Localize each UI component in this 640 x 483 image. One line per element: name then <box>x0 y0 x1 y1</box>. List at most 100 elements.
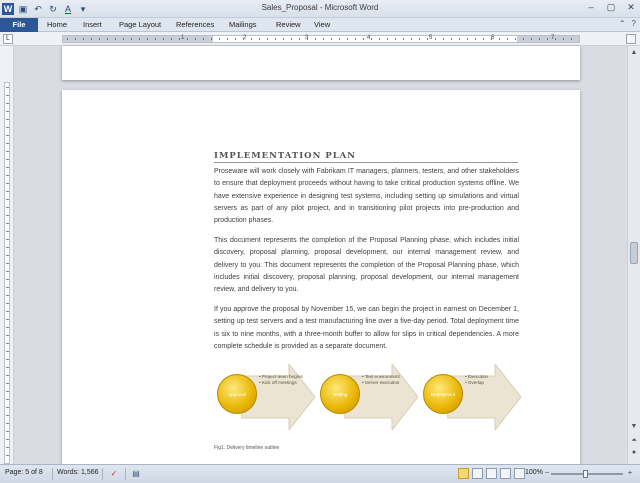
paragraph[interactable]: This document represents the completion … <box>214 235 519 296</box>
step-bullets: Execution Overlap <box>465 374 511 385</box>
step-label: Approval <box>228 392 246 397</box>
step-bullet: Overlap <box>465 380 511 386</box>
ruler-tick <box>499 38 500 40</box>
zoom-in-icon[interactable]: + <box>624 467 636 478</box>
scroll-thumb[interactable] <box>630 242 638 264</box>
tab-home[interactable]: Home <box>47 20 67 29</box>
ruler-tick <box>451 38 452 40</box>
vertical-ruler[interactable] <box>0 46 14 464</box>
minimize-ribbon-icon[interactable]: ⌃ <box>619 19 626 28</box>
ruler-right-margin <box>517 36 579 42</box>
status-bar: Page: 5 of 8 Words: 1,566 ✓ ▤ 100% − + <box>0 464 640 483</box>
scroll-down-icon[interactable]: ▼ <box>629 422 639 432</box>
draft-view-button[interactable] <box>514 468 525 479</box>
ruler-tick <box>6 455 9 456</box>
tab-insert[interactable]: Insert <box>83 20 102 29</box>
outline-view-button[interactable] <box>500 468 511 479</box>
ruler-tick <box>403 38 404 40</box>
ruler-number: 7 <box>551 35 555 41</box>
ruler-tick <box>179 38 180 40</box>
ruler-left-margin <box>63 36 213 42</box>
ruler-tick <box>6 295 9 296</box>
tab-page-layout[interactable]: Page Layout <box>119 20 161 29</box>
step-bullet: Project team begins <box>259 374 305 380</box>
paragraph[interactable]: If you approve the proposal by November … <box>214 304 519 353</box>
ruler-tick <box>6 119 9 120</box>
ruler-tick <box>6 167 9 168</box>
ruler-tick <box>139 38 140 40</box>
status-divider <box>125 468 126 480</box>
document-page[interactable]: IMPLEMENTATION PLAN Proseware will work … <box>62 90 580 464</box>
macro-recording-icon[interactable]: ▤ <box>130 468 142 479</box>
web-layout-view-button[interactable] <box>486 468 497 479</box>
previous-page[interactable] <box>62 46 580 80</box>
ruler-tick <box>75 38 76 40</box>
ruler-tick <box>131 38 132 40</box>
zoom-slider-thumb[interactable] <box>583 470 588 478</box>
tab-review[interactable]: Review <box>276 20 301 29</box>
tab-mailings[interactable]: Mailings <box>229 20 257 29</box>
horizontal-ruler[interactable]: 1 2 3 4 5 6 7 <box>62 35 580 43</box>
print-layout-view-button[interactable] <box>458 468 469 479</box>
ruler-tick <box>227 38 228 40</box>
minimize-icon[interactable]: – <box>586 2 596 13</box>
ribbon-tabs: File Home Insert Page Layout References … <box>0 18 640 32</box>
tab-file[interactable]: File <box>0 18 38 32</box>
ruler-tick <box>67 38 68 40</box>
help-icon[interactable]: ? <box>632 19 636 28</box>
ruler-tick <box>251 38 252 40</box>
step-bullet: Server execution <box>362 380 408 386</box>
ruler-tick <box>6 111 9 112</box>
full-screen-reading-view-button[interactable] <box>472 468 483 479</box>
ribbon-right-icons: ⌃ ? <box>619 19 636 28</box>
tab-view[interactable]: View <box>314 20 330 29</box>
proofing-icon[interactable]: ✓ <box>108 468 120 479</box>
ruler-tick <box>6 311 9 312</box>
smartart-step[interactable]: Approval Project team begins Kick off me… <box>217 362 317 432</box>
ruler-tick <box>483 38 484 40</box>
ruler-tick <box>6 407 9 408</box>
ruler-tick <box>219 38 220 40</box>
smartart-step[interactable]: Testing Test environment Server executio… <box>320 362 420 432</box>
previous-page-icon[interactable]: ⏶ <box>629 436 639 446</box>
ruler-tick <box>203 38 204 40</box>
maximize-icon[interactable]: ▢ <box>606 2 616 13</box>
window-title: Sales_Proposal - Microsoft Word <box>261 3 379 12</box>
ruler-tick <box>355 38 356 40</box>
ruler-tick <box>6 175 9 176</box>
smartart-step[interactable]: Deployment Execution Overlap <box>423 362 523 432</box>
smartart-timeline[interactable]: Approval Project team begins Kick off me… <box>217 362 527 442</box>
ruler-number: 5 <box>429 35 433 41</box>
ruler-tick <box>387 38 388 40</box>
ruler-tick <box>187 38 188 40</box>
ruler-tick <box>6 143 9 144</box>
ruler-tick <box>6 239 9 240</box>
view-ruler-toggle[interactable] <box>626 34 636 44</box>
ruler-tick <box>331 38 332 40</box>
ruler-tick <box>475 38 476 40</box>
paragraph[interactable]: Proseware will work closely with Fabrika… <box>214 166 519 227</box>
page-count[interactable]: Page: 5 of 8 <box>5 469 43 476</box>
ruler-tick <box>6 279 9 280</box>
ruler-tick <box>419 38 420 40</box>
ruler-tick <box>363 38 364 40</box>
tab-selector-icon[interactable]: L <box>3 34 13 44</box>
step-circle: Testing <box>320 374 360 414</box>
ruler-tick <box>563 38 564 40</box>
ruler-tick <box>571 38 572 40</box>
ruler-tick <box>243 38 244 40</box>
tab-references[interactable]: References <box>176 20 214 29</box>
ruler-tick <box>259 38 260 40</box>
vertical-ruler-strip <box>4 82 10 464</box>
window-controls: – ▢ ✕ <box>586 2 636 13</box>
step-circle: Approval <box>217 374 257 414</box>
ruler-tick <box>323 38 324 40</box>
scroll-up-icon[interactable]: ▲ <box>629 48 639 58</box>
word-count[interactable]: Words: 1,566 <box>57 469 99 476</box>
ruler-tick <box>6 335 9 336</box>
ruler-tick <box>211 38 212 40</box>
browse-object-icon[interactable]: ● <box>629 448 639 458</box>
close-icon[interactable]: ✕ <box>626 2 636 13</box>
vertical-scrollbar[interactable]: ▲ ▼ ⏶ ● <box>627 46 640 464</box>
ruler-tick <box>315 38 316 40</box>
